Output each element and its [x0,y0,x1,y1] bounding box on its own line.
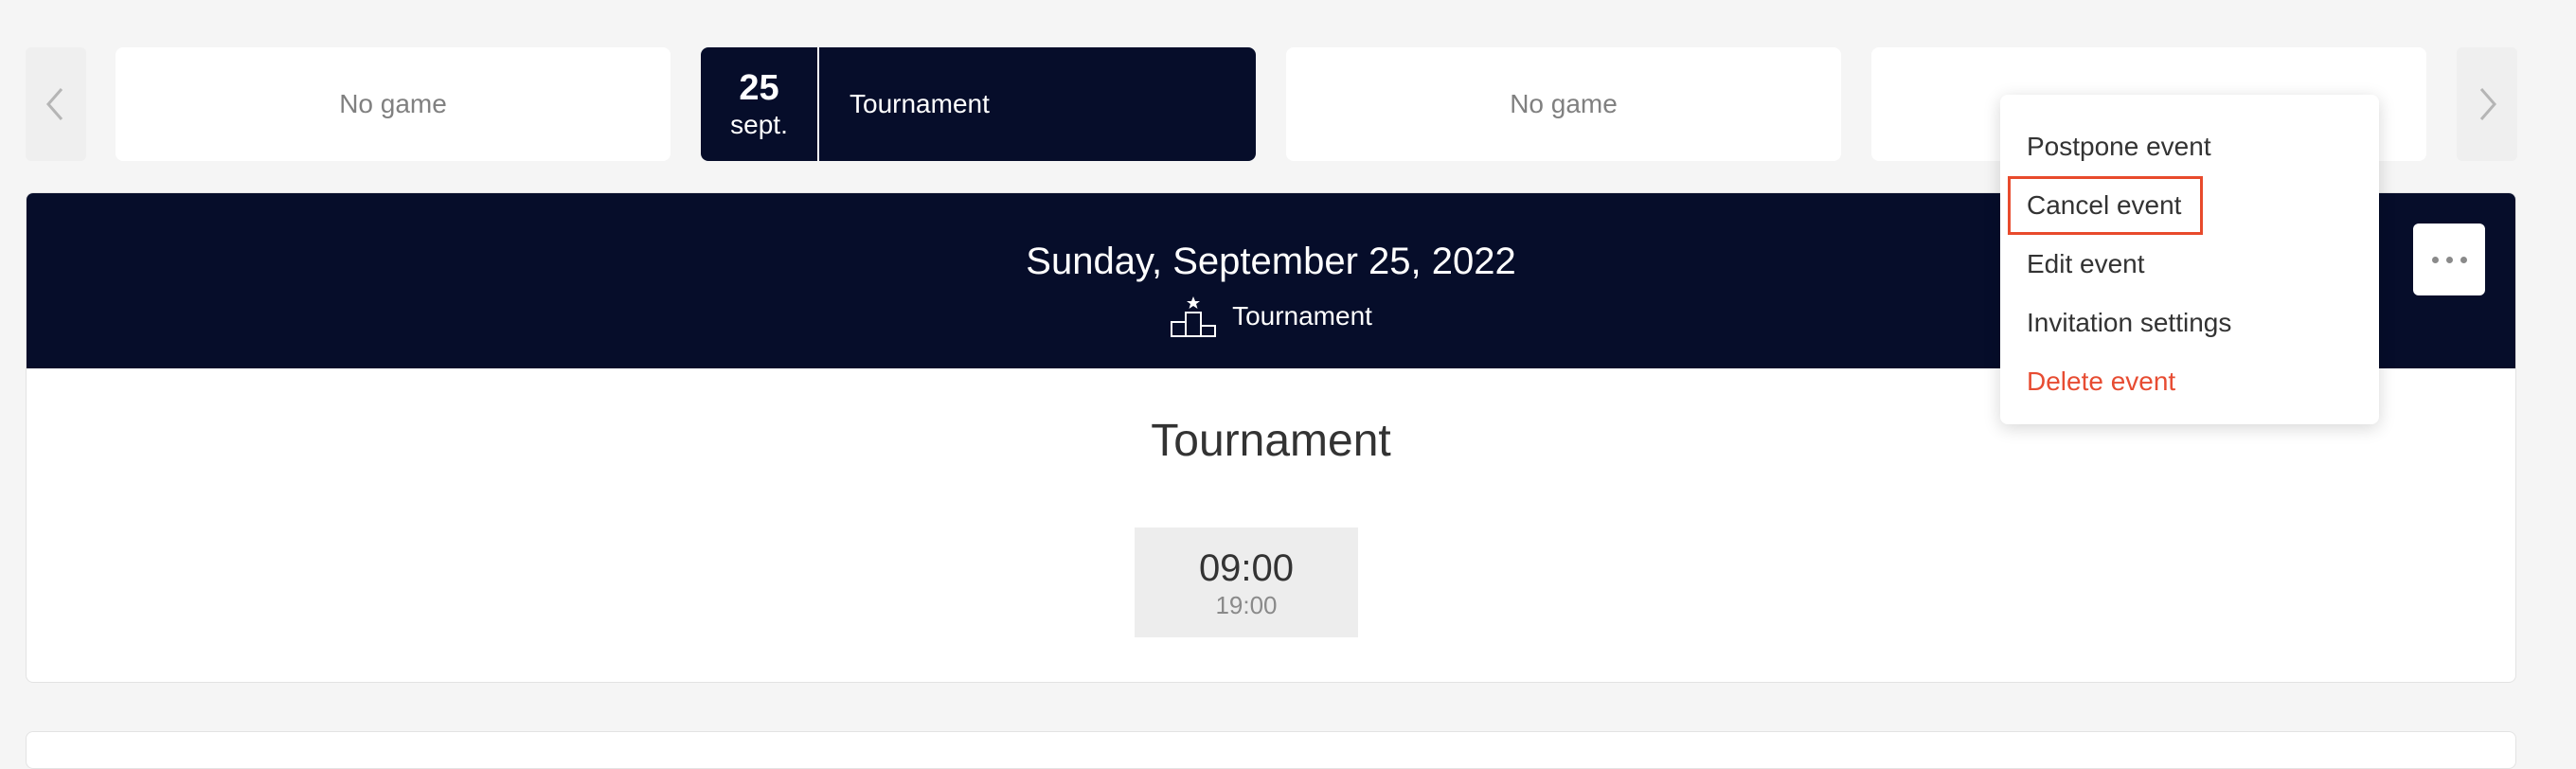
dot [2445,256,2453,263]
menu-item-invitation-settings[interactable]: Invitation settings [2000,294,2379,352]
day-card-label: No game [1510,89,1618,118]
event-options-menu: Postpone event Cancel event Edit event I… [2000,95,2379,424]
day-card-tournament[interactable]: 25 sept. Tournament [701,47,1256,161]
day-card-label: No game [339,89,447,118]
day-card-label: Tournament [850,89,990,118]
day-month: sept. [730,110,788,139]
menu-item-edit[interactable]: Edit event [2000,235,2379,294]
menu-item-postpone[interactable]: Postpone event [2000,117,2379,176]
more-options-button[interactable] [2413,224,2485,295]
prev-day-button[interactable] [26,47,86,161]
end-time: 19:00 [1215,591,1278,619]
podium-icon [1171,296,1217,337]
day-number: 25 [739,68,779,108]
dot [2460,256,2467,263]
chevron-left-icon [46,88,63,120]
menu-item-delete[interactable]: Delete event [2000,352,2379,411]
start-time: 09:00 [1198,547,1295,589]
day-card-no-game-2[interactable]: No game [1286,47,1841,161]
event-time: 09:00 19:00 [1135,528,1358,637]
day-card-date: 25 sept. [701,47,819,161]
chevron-right-icon [2479,88,2496,120]
menu-item-cancel[interactable]: Cancel event [2000,176,2379,235]
next-day-button[interactable] [2457,47,2517,161]
day-card-no-game-1[interactable]: No game [116,47,671,161]
dot [2431,256,2439,263]
event-type-label: Tournament [1232,301,1372,331]
next-event-panel [26,731,2516,769]
